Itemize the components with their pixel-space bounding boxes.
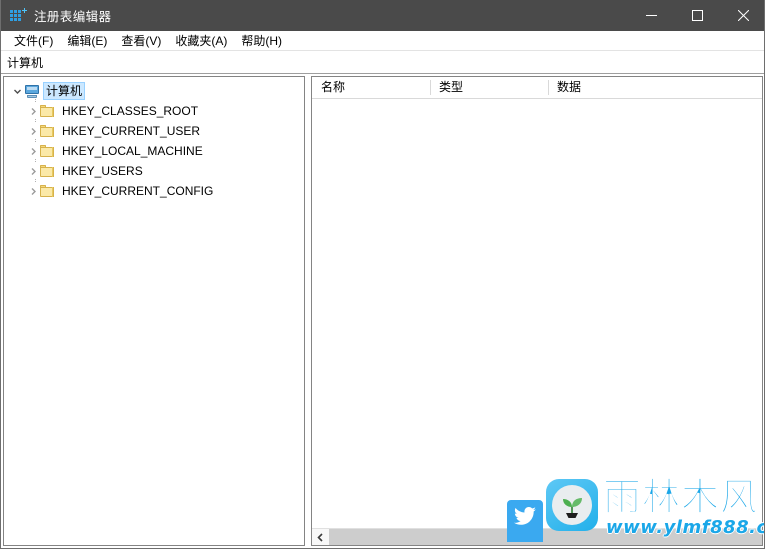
maximize-button[interactable]: [674, 0, 720, 31]
computer-icon: [24, 84, 40, 98]
tree-item-label: HKEY_USERS: [62, 164, 143, 178]
menu-item-help[interactable]: 帮助(H): [234, 32, 289, 50]
content-area: 计算机 HKEY_CLASSES_ROOT HKEY_CURRENT_USER …: [1, 74, 764, 548]
scrollbar-thumb[interactable]: [329, 529, 762, 545]
address-path: 计算机: [7, 55, 44, 70]
registry-tree-pane[interactable]: 计算机 HKEY_CLASSES_ROOT HKEY_CURRENT_USER …: [3, 76, 305, 546]
chevron-right-icon[interactable]: [26, 141, 40, 161]
folder-icon: [40, 104, 56, 118]
tree-item-label: HKEY_CURRENT_USER: [62, 124, 201, 138]
menu-item-favorites[interactable]: 收藏夹(A): [168, 32, 234, 50]
chevron-right-icon[interactable]: [26, 101, 40, 121]
list-column-headers: 名称 类型 数据: [312, 77, 762, 99]
address-bar[interactable]: 计算机: [1, 52, 764, 74]
registry-grid-icon: [10, 7, 27, 24]
tree-item-hkey-current-user[interactable]: HKEY_CURRENT_USER: [4, 119, 304, 143]
list-rows-area[interactable]: [312, 99, 762, 528]
tree-item-hkey-local-machine[interactable]: HKEY_LOCAL_MACHINE: [4, 139, 304, 163]
registry-tree: 计算机 HKEY_CLASSES_ROOT HKEY_CURRENT_USER …: [4, 77, 304, 201]
menu-item-edit[interactable]: 编辑(E): [60, 32, 114, 50]
column-header-data[interactable]: 数据: [548, 77, 762, 98]
menu-item-view[interactable]: 查看(V): [114, 32, 168, 50]
chevron-right-icon[interactable]: [26, 181, 40, 201]
registry-values-pane[interactable]: 名称 类型 数据: [311, 76, 763, 546]
scrollbar-track[interactable]: [329, 529, 762, 545]
window-title: 注册表编辑器: [34, 10, 112, 24]
tree-item-hkey-current-config[interactable]: HKEY_CURRENT_CONFIG: [4, 179, 304, 201]
menu-bar: 文件(F) 编辑(E) 查看(V) 收藏夹(A) 帮助(H): [1, 31, 764, 51]
folder-icon: [40, 164, 56, 178]
folder-icon: [40, 184, 56, 198]
horizontal-scrollbar[interactable]: [312, 528, 762, 545]
chevron-right-icon[interactable]: [26, 161, 40, 181]
tree-item-label: HKEY_CURRENT_CONFIG: [62, 184, 214, 198]
chevron-down-icon[interactable]: [10, 81, 24, 101]
menu-item-file[interactable]: 文件(F): [7, 32, 60, 50]
tree-item-hkey-classes-root[interactable]: HKEY_CLASSES_ROOT: [4, 99, 304, 123]
tree-item-computer[interactable]: 计算机: [4, 81, 304, 101]
close-button[interactable]: [720, 0, 764, 31]
tree-item-label-computer: 计算机: [43, 82, 86, 100]
minimize-button[interactable]: [628, 0, 674, 31]
scroll-left-icon[interactable]: [312, 529, 329, 545]
folder-icon: [40, 144, 56, 158]
column-header-type[interactable]: 类型: [430, 77, 548, 98]
folder-icon: [40, 124, 56, 138]
chevron-right-icon[interactable]: [26, 121, 40, 141]
column-header-name[interactable]: 名称: [312, 77, 430, 98]
title-bar[interactable]: 注册表编辑器: [1, 0, 764, 31]
registry-editor-window: 注册表编辑器 文件(F) 编辑(E) 查看(V) 收藏夹(A) 帮助(H) 计算…: [0, 0, 765, 549]
tree-item-label: HKEY_LOCAL_MACHINE: [62, 144, 203, 158]
window-controls: [628, 0, 764, 31]
tree-item-label: HKEY_CLASSES_ROOT: [62, 104, 199, 118]
tree-item-hkey-users[interactable]: HKEY_USERS: [4, 159, 304, 183]
